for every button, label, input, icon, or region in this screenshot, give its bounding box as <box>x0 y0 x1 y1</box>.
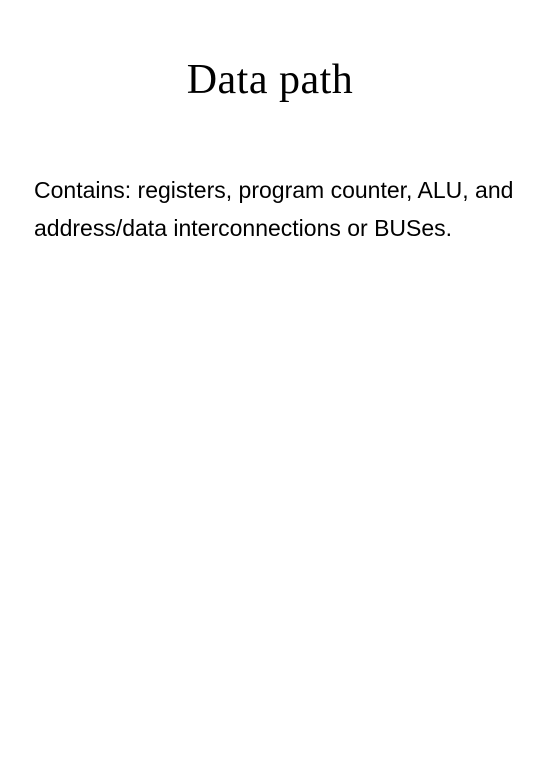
slide-body-text: Contains: registers, program counter, AL… <box>0 104 540 248</box>
slide-container: Data path Contains: registers, program c… <box>0 0 540 780</box>
slide-title: Data path <box>0 0 540 104</box>
